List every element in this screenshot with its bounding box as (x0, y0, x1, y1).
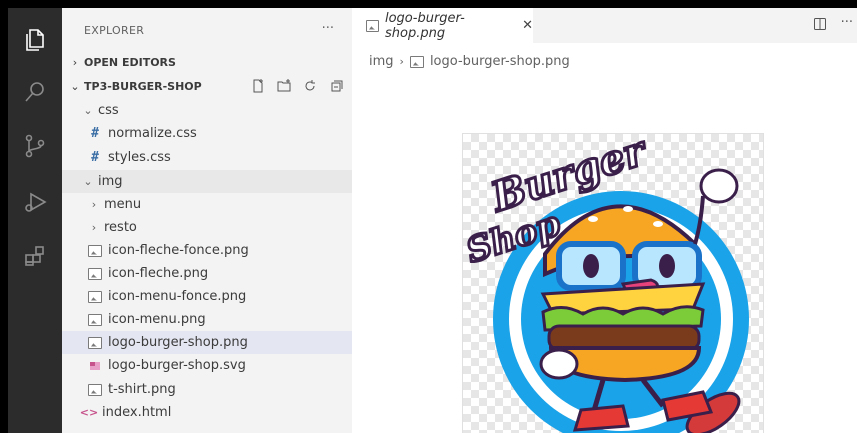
close-icon[interactable]: ✕ (522, 18, 533, 33)
chevron-right-icon: › (399, 55, 404, 68)
css-file-icon: # (91, 126, 99, 141)
tree-item-label: icon-fleche.png (108, 266, 209, 281)
project-name: TP3-BURGER-SHOP (84, 79, 202, 93)
image-file-icon (88, 244, 102, 258)
extensions-icon[interactable] (17, 238, 53, 274)
project-actions (250, 78, 344, 94)
explorer-icon[interactable] (17, 21, 53, 57)
svg-file-icon (88, 359, 102, 373)
image-file-icon (366, 19, 379, 32)
tree-item-label: logo-burger-shop.svg (108, 358, 246, 373)
image-file-icon (409, 55, 424, 68)
burger-shop-logo: Burger Shop (463, 134, 749, 433)
breadcrumb-folder[interactable]: img (369, 54, 394, 69)
image-file-icon (88, 290, 102, 304)
tree-item[interactable]: ⌄ img (62, 170, 352, 193)
breadcrumb: img › logo-burger-shop.png (369, 54, 570, 69)
tree-item[interactable]: icon-menu-fonce.png (62, 285, 352, 308)
split-editor-icon[interactable] (813, 17, 827, 35)
tree-item-label: css (98, 103, 119, 118)
tree-item[interactable]: icon-fleche-fonce.png (62, 239, 352, 262)
editor-area: logo-burger-shop.png ✕ ··· img › logo-bu… (352, 8, 857, 433)
new-folder-icon[interactable] (276, 78, 292, 94)
breadcrumb-file[interactable]: logo-burger-shop.png (430, 54, 570, 69)
tree-item-label: index.html (102, 405, 172, 420)
more-icon[interactable]: ··· (841, 15, 853, 30)
tree-item[interactable]: logo-burger-shop.svg (62, 354, 352, 377)
tree-item[interactable]: icon-fleche.png (62, 262, 352, 285)
tree-item-label: img (98, 174, 123, 189)
explorer-title: EXPLORER (84, 24, 145, 37)
tree-item-label: icon-menu.png (108, 312, 206, 327)
explorer-sidebar: EXPLORER ··· › OPEN EDITORS ⌄ TP3-BURGER… (62, 8, 352, 433)
tree-item[interactable]: › resto (62, 216, 352, 239)
tree-item-label: t-shirt.png (108, 382, 176, 397)
tab-bar: logo-burger-shop.png ✕ ··· (352, 8, 857, 43)
tree-item-label: icon-fleche-fonce.png (108, 243, 249, 258)
html-file-icon: <> (79, 406, 99, 419)
more-actions-button[interactable]: ··· (322, 21, 334, 36)
chevron-down-icon: ⌄ (83, 175, 93, 188)
source-control-icon[interactable] (17, 128, 53, 164)
image-file-icon (88, 313, 102, 327)
image-file-icon (88, 336, 102, 350)
search-icon[interactable] (17, 74, 53, 110)
new-file-icon[interactable] (250, 78, 266, 94)
image-file-icon (88, 267, 102, 281)
image-preview: Burger Shop (462, 133, 764, 433)
tree-item[interactable]: # styles.css (62, 146, 352, 169)
tree-item-label: styles.css (108, 150, 171, 165)
chevron-down-icon: ⌄ (70, 79, 80, 93)
chevron-down-icon: ⌄ (83, 104, 93, 117)
tree-item[interactable]: › menu (62, 193, 352, 216)
tab-logo-burger-shop[interactable]: logo-burger-shop.png ✕ (352, 8, 533, 43)
project-section[interactable]: ⌄ TP3-BURGER-SHOP (62, 75, 352, 97)
tree-item[interactable]: ⌄ css (62, 99, 352, 122)
chevron-right-icon: › (91, 198, 97, 211)
tree-item[interactable]: t-shirt.png (62, 378, 352, 401)
tree-item[interactable]: # normalize.css (62, 122, 352, 145)
refresh-icon[interactable] (302, 78, 318, 94)
tab-label: logo-burger-shop.png (384, 10, 465, 41)
tree-item-label: logo-burger-shop.png (108, 335, 248, 350)
chevron-right-icon: › (91, 221, 97, 234)
tree-item-label: menu (104, 197, 142, 212)
tree-item[interactable]: <> index.html (62, 401, 352, 424)
tree-item[interactable]: icon-menu.png (62, 308, 352, 331)
image-file-icon (88, 383, 102, 397)
collapse-all-icon[interactable] (328, 78, 344, 94)
tree-item-label: resto (104, 220, 137, 235)
open-editors-section[interactable]: › OPEN EDITORS (62, 51, 352, 73)
vscode-window: EXPLORER ··· › OPEN EDITORS ⌄ TP3-BURGER… (8, 8, 857, 433)
tree-item-label: icon-menu-fonce.png (108, 289, 247, 304)
tree-item[interactable]: logo-burger-shop.png (62, 331, 352, 354)
run-debug-icon[interactable] (17, 184, 53, 220)
open-editors-label: OPEN EDITORS (84, 55, 176, 69)
css-file-icon: # (91, 150, 99, 165)
chevron-right-icon: › (72, 55, 78, 69)
activity-bar (8, 8, 62, 433)
tree-item-label: normalize.css (108, 126, 197, 141)
